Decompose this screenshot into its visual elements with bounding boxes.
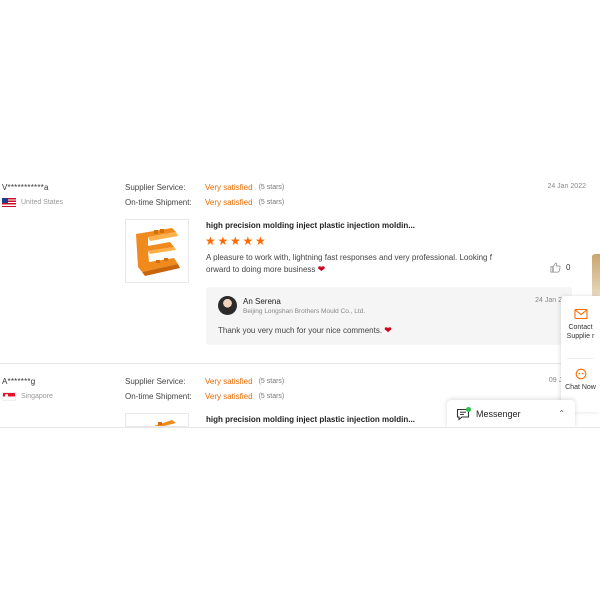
star-icon: ★ <box>255 234 266 248</box>
reply-text-content: Thank you very much for your nice commen… <box>218 326 383 335</box>
us-flag-icon <box>2 198 16 207</box>
rating-stars-text: (5 stars) <box>258 199 285 206</box>
reviewer-country: Singapore <box>2 392 53 401</box>
star-icon: ★ <box>242 234 254 248</box>
envelope-icon <box>573 308 588 320</box>
star-icon: ★ <box>230 234 241 248</box>
product-thumbnail[interactable] <box>125 413 189 427</box>
like-count: 0 <box>566 263 571 272</box>
messenger-label: Messenger <box>476 409 521 419</box>
chevron-up-icon[interactable]: ⌃ <box>558 409 565 418</box>
supplier-service-rating: Supplier Service: Very satisfied (5 star… <box>125 377 284 386</box>
divider <box>567 358 594 359</box>
supplier-service-rating: Supplier Service: Very satisfied (5 star… <box>125 183 284 192</box>
reviewer-country: United States <box>2 198 63 207</box>
reply-date: 24 Jan 2 <box>535 297 562 304</box>
chat-bubble-icon <box>575 368 586 380</box>
review-comment-text: A pleasure to work with, lightning fast … <box>206 253 492 274</box>
avatar <box>218 296 237 315</box>
online-status-dot <box>466 406 471 412</box>
singapore-flag-icon <box>2 392 16 401</box>
country-label: Singapore <box>21 393 53 400</box>
messenger-icon <box>456 406 471 421</box>
product-thumbnail[interactable] <box>125 219 189 283</box>
heart-icon: ❤ <box>317 263 326 274</box>
orange-mould-part-image <box>154 420 176 426</box>
rating-value: Very satisfied <box>205 392 253 401</box>
product-title-link[interactable]: high precision molding inject plastic in… <box>206 221 415 230</box>
supplier-reply: An Serena Beijing Longshan Brothers Moul… <box>206 287 572 345</box>
review-item: V***********a United States Supplier Ser… <box>0 180 600 364</box>
reviews-viewport: V***********a United States Supplier Ser… <box>0 0 600 428</box>
contact-supplier-label: Contact Supplie r <box>566 324 595 340</box>
review-stars: ★ ★ ★ ★ ★ <box>205 235 268 247</box>
reply-company: Beijing Longshan Brothers Mould Co., Ltd… <box>243 308 366 315</box>
review-date: 24 Jan 2022 <box>547 183 586 190</box>
rating-stars-text: (5 stars) <box>258 378 285 385</box>
rating-stars-text: (5 stars) <box>258 393 285 400</box>
review-comment: A pleasure to work with, lightning fast … <box>206 252 518 275</box>
messenger-bar[interactable]: Messenger ⌃ <box>447 400 575 427</box>
contact-supplier-button[interactable]: Contact Supplie r <box>561 308 600 341</box>
rating-value: Very satisfied <box>205 377 253 386</box>
rating-value: Very satisfied <box>205 183 253 192</box>
reply-text: Thank you very much for your nice commen… <box>218 325 392 336</box>
star-icon: ★ <box>205 234 216 248</box>
country-label: United States <box>21 199 64 206</box>
rating-stars-text: (5 stars) <box>258 184 285 191</box>
star-icon: ★ <box>217 234 229 248</box>
reply-author-name: An Serena <box>243 297 281 306</box>
chat-now-button[interactable]: Chat Now <box>561 368 600 392</box>
rating-label: Supplier Service: <box>125 183 186 192</box>
orange-mould-part-image <box>126 220 188 282</box>
like-button[interactable]: 0 <box>550 262 570 273</box>
heart-icon: ❤ <box>384 325 392 335</box>
rating-label: On-time Shipment: <box>125 198 192 207</box>
on-time-shipment-rating: On-time Shipment: Very satisfied (5 star… <box>125 198 284 207</box>
partial-product-image <box>592 254 600 298</box>
floating-contact-panel: Contact Supplie r Chat Now <box>561 296 600 412</box>
on-time-shipment-rating: On-time Shipment: Very satisfied (5 star… <box>125 392 284 401</box>
product-title-link[interactable]: high precision molding inject plastic in… <box>206 415 415 424</box>
rating-label: On-time Shipment: <box>125 392 192 401</box>
rating-value: Very satisfied <box>205 198 253 207</box>
reviewer-name: A*******g <box>2 377 36 386</box>
reviewer-name: V***********a <box>2 183 49 192</box>
rating-label: Supplier Service: <box>125 377 186 386</box>
chat-now-label: Chat Now <box>565 384 596 391</box>
thumbs-up-icon <box>550 262 561 273</box>
